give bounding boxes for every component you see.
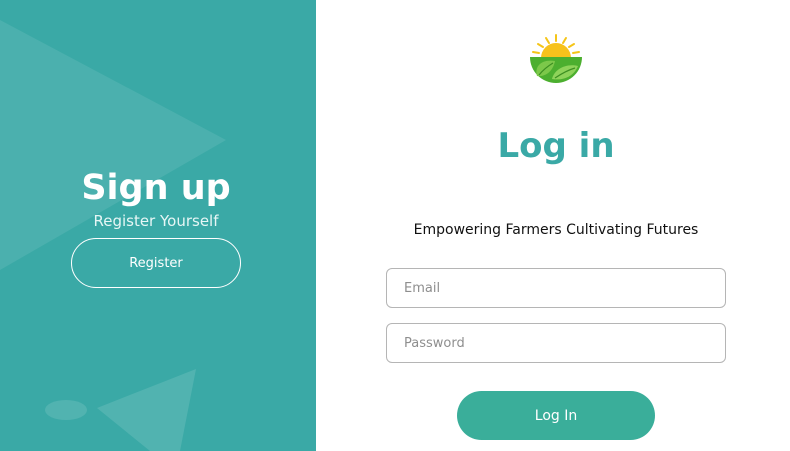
ellipse-shape [45,400,87,420]
signup-title: Sign up [81,168,231,208]
password-field[interactable] [386,323,726,363]
small-triangle-shape [97,369,196,451]
sun-leaf-logo-icon [530,34,582,83]
signup-panel: Sign up Register Yourself Register [0,0,316,451]
register-button[interactable]: Register [71,238,241,288]
login-panel: Log in Empowering Farmers Cultivating Fu… [316,0,790,451]
email-field[interactable] [386,268,726,308]
tagline: Empowering Farmers Cultivating Futures [413,222,699,238]
login-title: Log in [497,126,615,166]
large-triangle-shape [0,20,226,270]
login-button[interactable]: Log In [457,391,655,440]
login-page: Sign up Register Yourself Register Log i… [0,0,790,451]
signup-subtitle: Register Yourself [93,212,219,230]
